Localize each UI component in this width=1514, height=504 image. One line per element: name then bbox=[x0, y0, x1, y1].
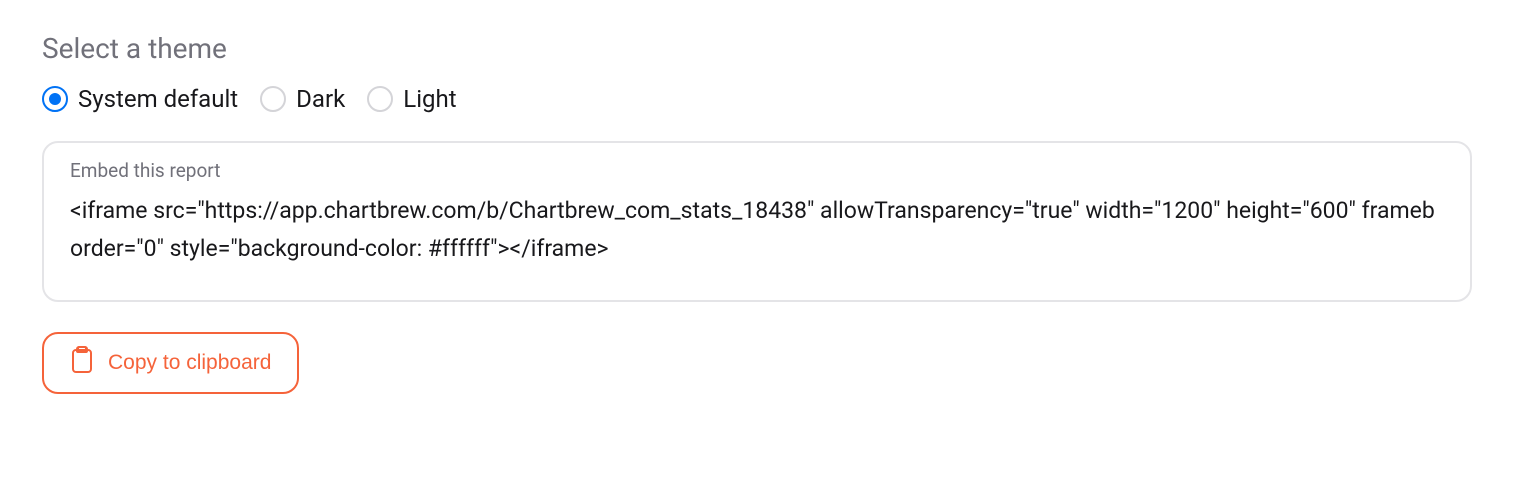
radio-unselected-icon bbox=[260, 86, 286, 112]
embed-code-content: <iframe src="https://app.chartbrew.com/b… bbox=[70, 192, 1444, 268]
theme-heading: Select a theme bbox=[42, 32, 1472, 65]
copy-to-clipboard-button[interactable]: Copy to clipboard bbox=[42, 332, 299, 394]
theme-option-label: Dark bbox=[296, 85, 345, 113]
theme-option-label: System default bbox=[78, 85, 238, 113]
theme-option-label: Light bbox=[403, 85, 456, 113]
copy-button-label: Copy to clipboard bbox=[108, 351, 271, 375]
radio-selected-icon bbox=[42, 86, 68, 112]
theme-option-light[interactable]: Light bbox=[367, 85, 456, 113]
embed-code-box[interactable]: Embed this report <iframe src="https://a… bbox=[42, 141, 1472, 302]
clipboard-icon bbox=[70, 346, 94, 380]
theme-option-dark[interactable]: Dark bbox=[260, 85, 345, 113]
embed-label: Embed this report bbox=[70, 159, 1444, 182]
theme-radio-group: System default Dark Light bbox=[42, 85, 1472, 113]
theme-option-system-default[interactable]: System default bbox=[42, 85, 238, 113]
radio-unselected-icon bbox=[367, 86, 393, 112]
